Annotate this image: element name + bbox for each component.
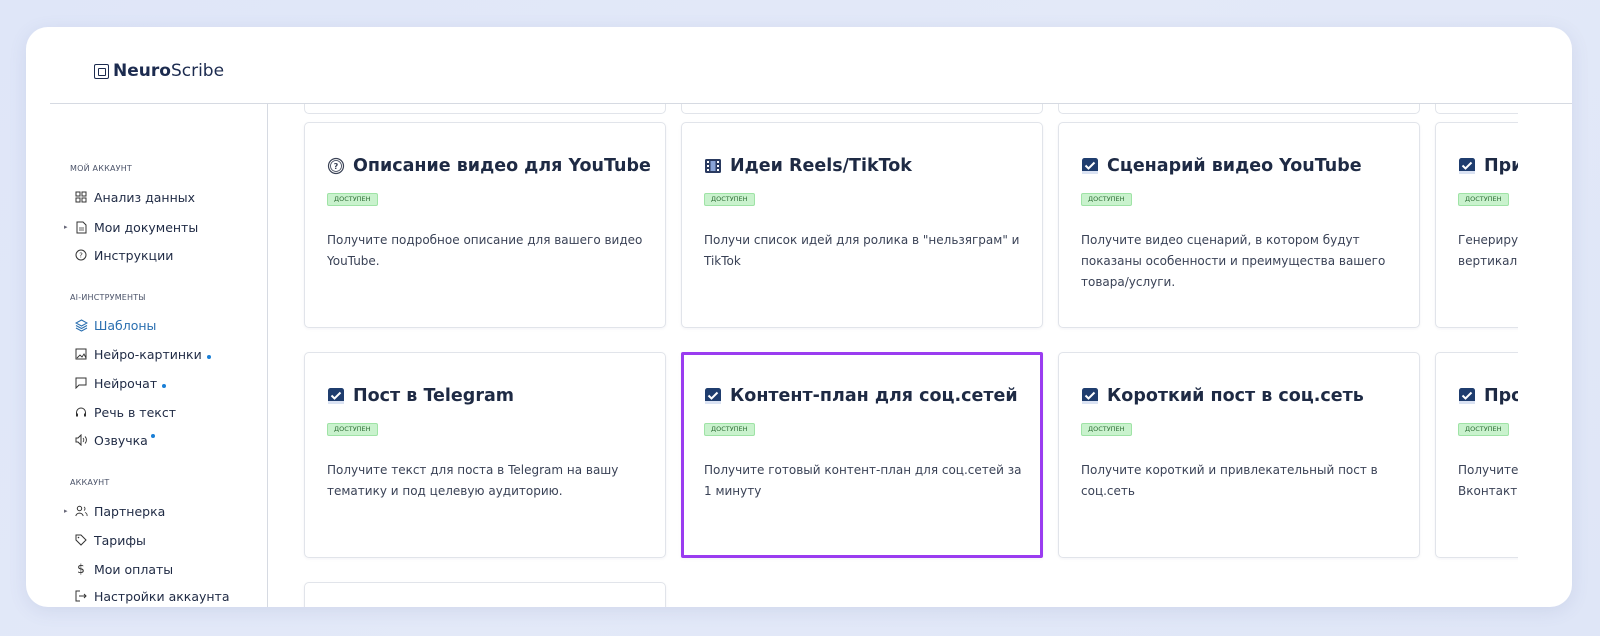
card-title: Идеи Reels/TikTok bbox=[730, 156, 912, 176]
checkbox-icon bbox=[1081, 157, 1099, 175]
card-description: Получите короткий и привлекательный пост… bbox=[1081, 463, 1378, 498]
brand-light: Scribe bbox=[170, 61, 225, 81]
sidebar-item-label: Тарифы bbox=[94, 532, 146, 548]
checkbox-icon bbox=[1081, 387, 1099, 405]
section-title-my-account: МОЙ АККАУНТ bbox=[70, 164, 133, 173]
status-badge: ДОСТУПЕН bbox=[1458, 193, 1509, 206]
image-icon bbox=[74, 347, 88, 361]
card-title: Короткий пост в соц.сеть bbox=[1107, 386, 1364, 406]
film-icon bbox=[704, 157, 722, 175]
checkbox-icon bbox=[704, 387, 722, 405]
card-title: Сценарий видео YouTube bbox=[1107, 156, 1362, 176]
status-badge: ДОСТУПЕН bbox=[327, 423, 378, 436]
checkbox-icon bbox=[327, 387, 345, 405]
sidebar-item-label: Нейрочат bbox=[94, 375, 158, 391]
status-badge: ДОСТУПЕН bbox=[704, 423, 755, 436]
expand-arrow-icon[interactable]: ▸ bbox=[64, 507, 72, 515]
template-card-short-post[interactable]: Короткий пост в соц.сеть ДОСТУПЕН Получи… bbox=[1058, 352, 1420, 558]
sidebar-item-label: Анализ данных bbox=[94, 189, 196, 205]
template-card-content-plan[interactable]: Контент-план для соц.сетей ДОСТУПЕН Полу… bbox=[681, 352, 1043, 558]
sidebar-item-neuro-images[interactable]: Нейро-картинки bbox=[64, 343, 211, 365]
card-partial-top bbox=[1058, 104, 1420, 114]
card-title: Пост в Telegram bbox=[353, 386, 514, 406]
template-card-youtube-script[interactable]: Сценарий видео YouTube ДОСТУПЕН Получите… bbox=[1058, 122, 1420, 328]
card-partial-top bbox=[681, 104, 1043, 114]
svg-text:?: ? bbox=[79, 252, 83, 260]
headphones-icon bbox=[74, 405, 88, 419]
new-dot-indicator bbox=[150, 434, 155, 438]
card-title: При bbox=[1484, 156, 1518, 176]
sidebar-item-label: Мои документы bbox=[94, 219, 199, 235]
document-icon bbox=[74, 220, 88, 234]
section-title-ai-tools: AI-ИНСТРУМЕНТЫ bbox=[70, 293, 146, 302]
card-partial-top bbox=[1435, 104, 1518, 114]
svg-text:?: ? bbox=[334, 162, 339, 171]
templates-grid: ? Описание видео для YouTube ДОСТУПЕН По… bbox=[268, 104, 1518, 607]
sidebar-item-tariffs[interactable]: Тарифы bbox=[64, 529, 146, 551]
sidebar-item-my-documents[interactable]: ▸ Мои документы bbox=[64, 216, 198, 238]
card-title: Описание видео для YouTube bbox=[353, 156, 651, 176]
checkbox-icon bbox=[1458, 157, 1476, 175]
sidebar-item-my-payments[interactable]: $ Мои оплаты bbox=[64, 558, 173, 580]
sidebar-item-label: Партнерка bbox=[94, 503, 166, 519]
template-card-partial-bottom[interactable] bbox=[304, 582, 666, 607]
card-description: Получите текст для поста в Telegram на в… bbox=[327, 463, 619, 498]
card-partial-top bbox=[304, 104, 666, 114]
section-title-account: АККАУНТ bbox=[70, 478, 110, 487]
question-icon: ? bbox=[327, 157, 345, 175]
card-description: Получите подробное описание для вашего в… bbox=[327, 233, 643, 268]
tag-icon bbox=[74, 533, 88, 547]
sidebar: МОЙ АККАУНТ Анализ данных ▸ Мои документ… bbox=[50, 104, 268, 607]
chat-icon bbox=[74, 376, 88, 390]
expand-arrow-icon[interactable]: ▸ bbox=[64, 223, 72, 231]
grid-icon bbox=[74, 190, 88, 204]
top-bar: NeuroScribe bbox=[50, 27, 1572, 104]
status-badge: ДОСТУПЕН bbox=[1081, 193, 1132, 206]
sidebar-item-label: Инструкции bbox=[94, 247, 174, 263]
card-description: Получите готовый контент-план для соц.се… bbox=[704, 463, 1022, 498]
template-card-telegram-post[interactable]: Пост в Telegram ДОСТУПЕН Получите текст … bbox=[304, 352, 666, 558]
logo-icon bbox=[94, 63, 109, 79]
sidebar-item-speech-to-text[interactable]: Речь в текст bbox=[64, 401, 176, 423]
logo[interactable]: NeuroScribe bbox=[94, 61, 224, 81]
status-badge: ДОСТУПЕН bbox=[704, 193, 755, 206]
sidebar-item-templates[interactable]: Шаблоны bbox=[64, 314, 156, 336]
sidebar-item-neurochat[interactable]: Нейрочат bbox=[64, 372, 167, 394]
sidebar-item-instructions[interactable]: ? Инструкции bbox=[64, 244, 173, 266]
template-card-partial[interactable]: При ДОСТУПЕН Генериру вертикал bbox=[1435, 122, 1518, 328]
sidebar-item-label: Речь в текст bbox=[94, 404, 176, 420]
status-badge: ДОСТУПЕН bbox=[327, 193, 378, 206]
sidebar-item-label: Настройки аккаунта bbox=[94, 588, 230, 604]
sidebar-item-data-analysis[interactable]: Анализ данных bbox=[64, 186, 195, 208]
card-title: Контент-план для соц.сетей bbox=[730, 386, 1018, 406]
card-description: Генериру вертикал bbox=[1458, 233, 1518, 268]
help-circle-icon: ? bbox=[74, 248, 88, 262]
template-card-partial[interactable]: Про ДОСТУПЕН Получите Вконтакт bbox=[1435, 352, 1518, 558]
layers-icon bbox=[74, 318, 88, 332]
sidebar-item-account-settings[interactable]: Настройки аккаунта bbox=[64, 585, 230, 607]
card-description: Получите Вконтакт bbox=[1458, 463, 1518, 498]
brand-bold: Neuro bbox=[113, 61, 171, 81]
sidebar-item-label: Мои оплаты bbox=[94, 561, 174, 577]
card-title: Про bbox=[1484, 386, 1518, 406]
checkbox-icon bbox=[1458, 387, 1476, 405]
status-badge: ДОСТУПЕН bbox=[1458, 423, 1509, 436]
sidebar-item-voiceover[interactable]: Озвучка bbox=[64, 429, 155, 451]
sidebar-item-label: Нейро-картинки bbox=[94, 346, 202, 362]
users-icon bbox=[74, 504, 88, 518]
dollar-icon: $ bbox=[77, 562, 85, 576]
logout-icon bbox=[74, 589, 88, 603]
card-description: Получите видео сценарий, в котором будут… bbox=[1081, 233, 1386, 289]
new-dot-indicator bbox=[206, 355, 211, 359]
status-badge: ДОСТУПЕН bbox=[1081, 423, 1132, 436]
template-card-youtube-description[interactable]: ? Описание видео для YouTube ДОСТУПЕН По… bbox=[304, 122, 666, 328]
card-description: Получи список идей для ролика в "нельзяг… bbox=[704, 233, 1020, 268]
template-card-reels-tiktok-ideas[interactable]: Идеи Reels/TikTok ДОСТУПЕН Получи список… bbox=[681, 122, 1043, 328]
sidebar-item-partner[interactable]: ▸ Партнерка bbox=[64, 500, 165, 522]
sidebar-item-label: Шаблоны bbox=[94, 317, 157, 333]
speaker-icon bbox=[74, 433, 88, 447]
app-window: NeuroScribe МОЙ АККАУНТ Анализ данных ▸ … bbox=[26, 27, 1572, 607]
new-dot-indicator bbox=[162, 384, 167, 388]
sidebar-item-label: Озвучка bbox=[94, 432, 148, 448]
